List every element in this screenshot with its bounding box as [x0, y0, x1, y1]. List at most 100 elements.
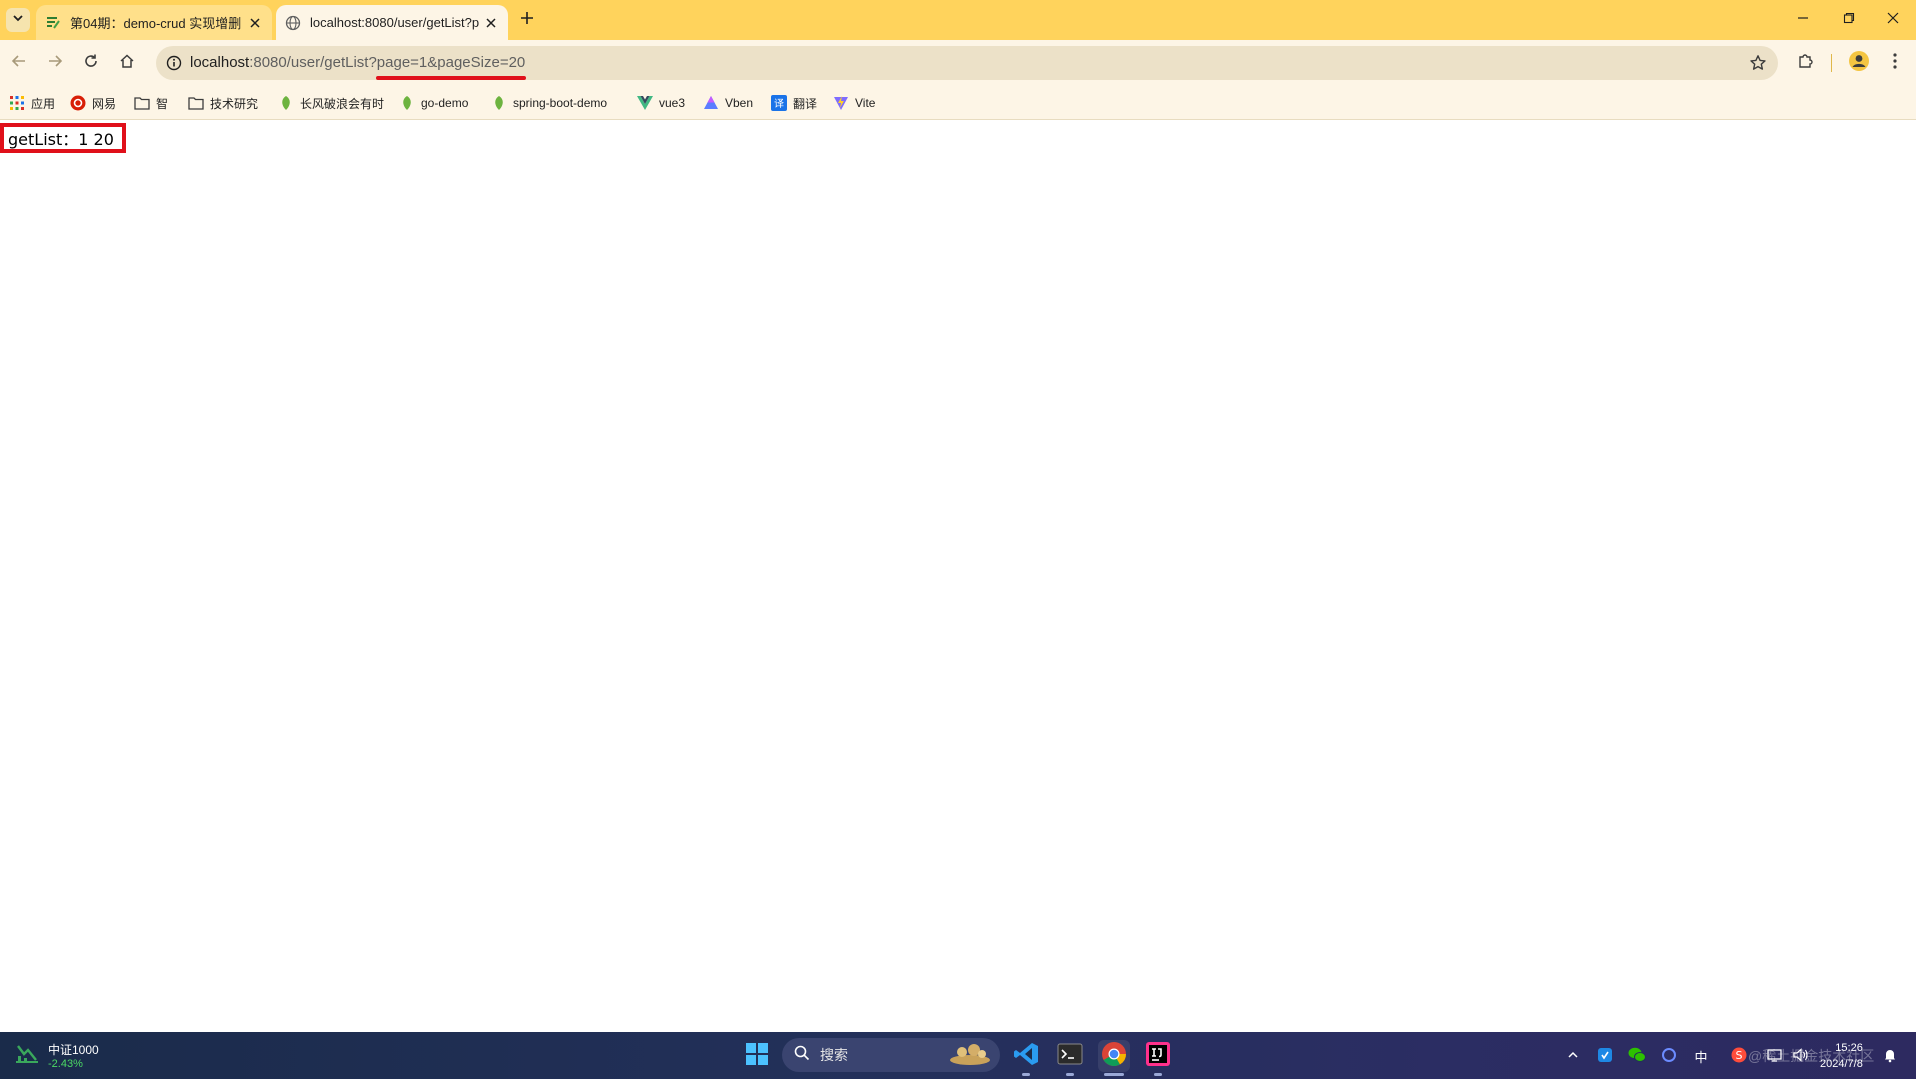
restore-icon: [1843, 11, 1855, 29]
puzzle-icon: [1797, 52, 1815, 75]
bookmark-label: spring-boot-demo: [513, 96, 608, 110]
tab-title: 第04期：demo-crud 实现增删: [70, 16, 242, 31]
ime-label: 中: [1694, 1049, 1708, 1065]
tab-search-button[interactable]: [6, 8, 30, 32]
bell-icon: [1882, 1047, 1898, 1066]
site-info-icon[interactable]: [164, 53, 184, 73]
bookmark-go-demo[interactable]: go-demo: [399, 86, 468, 120]
doc-icon: [44, 14, 62, 32]
arrow-left-icon: [11, 53, 27, 74]
running-indicator: [1022, 1073, 1030, 1076]
start-button[interactable]: [741, 1040, 773, 1072]
back-button[interactable]: [5, 49, 33, 77]
tray-ime[interactable]: 中: [1689, 1044, 1713, 1068]
stock-change: -2.43%: [48, 1058, 83, 1070]
new-tab-button[interactable]: [515, 8, 539, 32]
tab-demo-crud[interactable]: 第04期：demo-crud 实现增删: [36, 5, 272, 40]
browser-toolbar: localhost:8080/user/getList?page=1&pageS…: [0, 40, 1916, 86]
tab-title: localhost:8080/user/getList?p: [310, 15, 480, 30]
tab-localhost[interactable]: localhost:8080/user/getList?p: [276, 5, 508, 40]
home-icon: [119, 53, 135, 74]
tray-notifications[interactable]: [1878, 1044, 1902, 1068]
system-clock[interactable]: 15:26 2024/7/8: [1820, 1040, 1863, 1072]
bookmark-changfeng[interactable]: 长风破浪会有时: [278, 86, 384, 120]
vite-icon: [833, 95, 849, 111]
url-path: :8080/user/getList?page=1&pageSize=20: [249, 54, 526, 71]
taskbar: 中证1000 -2.43% 搜索 中 S @稀土掘金技术社区 15:26 202…: [0, 1032, 1916, 1079]
taskbar-terminal[interactable]: [1054, 1040, 1086, 1072]
close-icon[interactable]: [244, 12, 266, 34]
minimize-button[interactable]: [1780, 0, 1826, 40]
result-value: getList：1 20: [8, 130, 114, 149]
folder-icon: [134, 95, 150, 111]
vscode-icon: [1013, 1041, 1039, 1072]
kebab-menu-icon: [1892, 52, 1898, 75]
netease-icon: [70, 95, 86, 111]
bookmark-label: Vben: [725, 96, 754, 110]
taskbar-intellij[interactable]: [1142, 1040, 1174, 1072]
bookmark-label: Vite: [855, 96, 876, 110]
chevron-up-icon: [1567, 1049, 1579, 1064]
running-indicator: [1066, 1073, 1074, 1076]
home-button[interactable]: [113, 49, 141, 77]
close-window-button[interactable]: [1870, 0, 1916, 40]
tray-wechat[interactable]: [1625, 1044, 1649, 1068]
bookmark-star-icon[interactable]: [1748, 53, 1768, 73]
bookmark-netease[interactable]: 网易: [70, 86, 116, 120]
bookmark-label: 网易: [92, 96, 117, 111]
profile-button[interactable]: [1845, 49, 1873, 77]
extensions-button[interactable]: [1792, 49, 1820, 77]
title-bar: 第04期：demo-crud 实现增删 localhost:8080/user/…: [0, 0, 1916, 40]
menu-button[interactable]: [1881, 49, 1909, 77]
folder-icon: [188, 95, 204, 111]
clock-date: 2024/7/8: [1820, 1058, 1863, 1070]
taskbar-chrome[interactable]: [1098, 1040, 1130, 1072]
arrow-right-icon: [47, 53, 63, 74]
search-icon: [794, 1045, 810, 1066]
windows-icon: [745, 1042, 769, 1071]
toolbar-divider: [1831, 54, 1832, 72]
clock-time: 15:26: [1835, 1042, 1863, 1054]
blue-app-icon: [1597, 1047, 1613, 1066]
url-text[interactable]: localhost:8080/user/getList?page=1&pageS…: [190, 46, 525, 80]
result-text: getList：1 20: [0, 123, 126, 153]
globe-icon: [284, 14, 302, 32]
reload-button[interactable]: [77, 49, 105, 77]
leaf-icon: [278, 95, 294, 111]
bookmark-label: go-demo: [421, 96, 469, 110]
bookmark-vite[interactable]: Vite: [833, 86, 875, 120]
search-highlight-icon: [948, 1040, 992, 1071]
wechat-icon: [1628, 1047, 1646, 1066]
plus-icon: [520, 11, 534, 30]
stock-widget[interactable]: 中证1000 -2.43%: [14, 1040, 99, 1071]
minimize-icon: [1797, 11, 1809, 29]
stock-name: 中证1000: [48, 1043, 99, 1057]
bookmark-folder-tech[interactable]: 技术研究: [188, 86, 258, 120]
bookmark-folder-zhi[interactable]: 智: [134, 86, 168, 120]
running-indicator: [1154, 1073, 1162, 1076]
bookmark-apps[interactable]: 应用: [9, 86, 55, 120]
chrome-icon: [1101, 1041, 1127, 1072]
bookmark-translate[interactable]: 译 翻译: [771, 86, 817, 120]
leaf-icon: [399, 95, 415, 111]
taskbar-search[interactable]: 搜索: [782, 1038, 1000, 1072]
address-bar[interactable]: localhost:8080/user/getList?page=1&pageS…: [156, 46, 1778, 80]
url-underline-annotation: [376, 76, 526, 80]
terminal-icon: [1057, 1042, 1083, 1071]
leaf-icon: [491, 95, 507, 111]
bookmark-spring-boot-demo[interactable]: spring-boot-demo: [491, 86, 607, 120]
restore-button[interactable]: [1826, 0, 1872, 40]
tray-app-blue[interactable]: [1593, 1044, 1617, 1068]
taskbar-vscode[interactable]: [1010, 1040, 1042, 1072]
vue-icon: [637, 95, 653, 111]
forward-button[interactable]: [41, 49, 69, 77]
bookmark-vben[interactable]: Vben: [703, 86, 753, 120]
tray-overflow-button[interactable]: [1561, 1044, 1585, 1068]
close-icon[interactable]: [480, 12, 502, 34]
url-host: localhost: [190, 54, 250, 71]
bookmark-vue3[interactable]: vue3: [637, 86, 685, 120]
intellij-icon: [1145, 1041, 1171, 1072]
bookmark-label: 翻译: [793, 96, 818, 111]
reload-icon: [83, 53, 99, 74]
tray-copilot[interactable]: [1657, 1044, 1681, 1068]
